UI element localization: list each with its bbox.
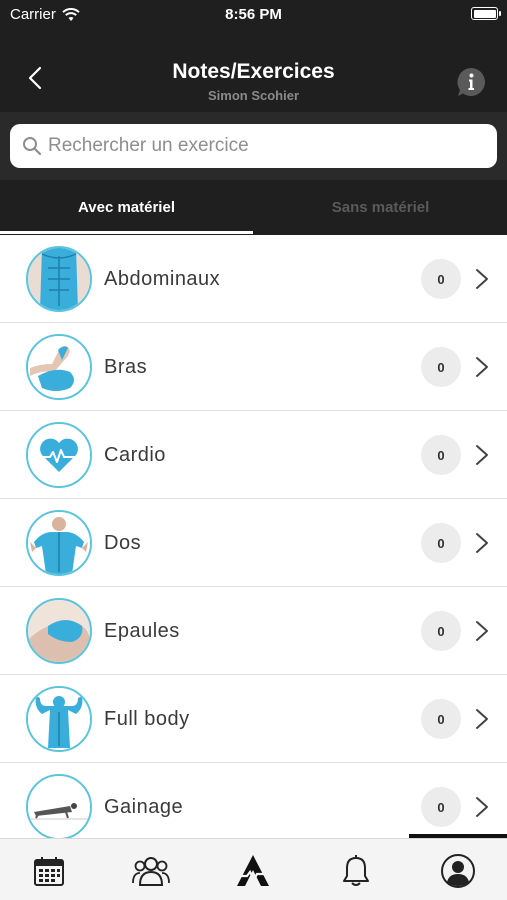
chevron-right-icon <box>476 533 488 553</box>
list-item-label: Epaules <box>104 620 180 642</box>
chevron-right-icon <box>476 357 488 377</box>
tab-avec-materiel[interactable]: Avec matériel <box>0 180 253 234</box>
count-badge: 0 <box>421 787 461 827</box>
list-item-epaules[interactable]: Epaules 0 <box>0 587 507 675</box>
list-item-bras[interactable]: Bras 0 <box>0 323 507 411</box>
navigation-bar: Notes/Exercices Simon Scohier <box>0 38 507 112</box>
app-logo-icon <box>237 855 269 886</box>
chevron-right-icon <box>476 709 488 729</box>
list-item-cardio[interactable]: Cardio 0 <box>0 411 507 499</box>
tab-notifications[interactable] <box>336 851 376 891</box>
profile-icon <box>441 854 475 888</box>
plank-icon <box>26 774 92 839</box>
count-badge: 0 <box>421 699 461 739</box>
tab-sans-materiel[interactable]: Sans matériel <box>254 180 507 234</box>
battery-icon <box>471 7 501 20</box>
list-item-dos[interactable]: Dos 0 <box>0 499 507 587</box>
tab-segment: Avec matériel Sans matériel <box>0 180 507 234</box>
search-area <box>0 112 507 180</box>
chevron-right-icon <box>476 797 488 817</box>
count-badge: 0 <box>421 523 461 563</box>
list-item-full-body[interactable]: Full body 0 <box>0 675 507 763</box>
count-badge: 0 <box>421 259 461 299</box>
search-input[interactable] <box>48 135 468 157</box>
heart-pulse-icon <box>26 422 92 488</box>
tab-profile[interactable] <box>438 851 478 891</box>
list-item-label: Cardio <box>104 444 166 466</box>
shoulder-muscle-icon <box>26 598 92 664</box>
page-title: Notes/Exercices <box>172 60 335 83</box>
search-icon <box>23 137 42 156</box>
full-body-icon <box>26 686 92 752</box>
tab-home[interactable] <box>233 851 273 891</box>
list-item-abdominaux[interactable]: Abdominaux 0 <box>0 235 507 323</box>
status-bar: Carrier 8:56 PM <box>0 0 507 30</box>
info-icon[interactable] <box>455 66 487 98</box>
tab-community[interactable] <box>131 851 171 891</box>
tab-calendar[interactable] <box>29 851 69 891</box>
count-badge: 0 <box>421 435 461 475</box>
chevron-right-icon <box>476 621 488 641</box>
list-item-label: Full body <box>104 708 190 730</box>
exercise-category-list: Abdominaux 0 Bras 0 Cardio 0 Dos 0 Epaul… <box>0 235 507 839</box>
active-tab-indicator <box>0 231 253 234</box>
chevron-right-icon <box>476 445 488 465</box>
list-item-label: Dos <box>104 532 142 554</box>
calendar-icon <box>34 857 64 886</box>
bottom-tab-bar <box>0 838 507 900</box>
count-badge: 0 <box>421 347 461 387</box>
list-item-label: Bras <box>104 356 148 378</box>
list-item-label: Abdominaux <box>104 268 221 290</box>
list-item-label: Gainage <box>104 796 184 818</box>
count-badge: 0 <box>421 611 461 651</box>
status-time: 8:56 PM <box>225 6 282 23</box>
chevron-right-icon <box>476 269 488 289</box>
page-subtitle: Simon Scohier <box>207 88 300 103</box>
list-item-gainage[interactable]: Gainage 0 <box>0 763 507 839</box>
group-icon <box>132 857 170 886</box>
abs-muscle-icon <box>26 246 92 312</box>
back-muscle-icon <box>26 510 92 576</box>
bell-icon <box>343 855 369 886</box>
search-bar[interactable] <box>10 124 497 168</box>
arm-muscle-icon <box>26 334 92 400</box>
